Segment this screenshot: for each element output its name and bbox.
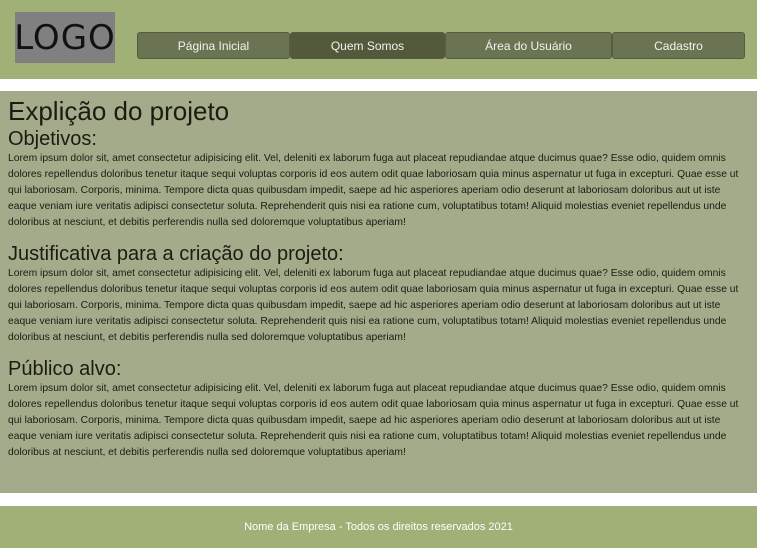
page-title: Explição do projeto (8, 96, 230, 126)
nav-item-cadastro[interactable]: Cadastro (612, 32, 745, 59)
logo[interactable]: LOGO (14, 12, 115, 63)
section-publico-alvo: Público alvo: Lorem ipsum dolor sit, ame… (8, 357, 749, 461)
nav-item-pagina-inicial[interactable]: Página Inicial (137, 32, 290, 59)
section-justificativa: Justificativa para a criação do projeto:… (8, 242, 749, 346)
section-text: Lorem ipsum dolor sit, amet consectetur … (8, 383, 739, 458)
site-header: LOGO Página Inicial Quem Somos Área do U… (0, 0, 757, 79)
main-nav: Página Inicial Quem Somos Área do Usuári… (137, 32, 745, 59)
section-title: Objetivos: (8, 128, 97, 150)
nav-item-area-do-usuario[interactable]: Área do Usuário (445, 32, 612, 59)
section-text: Lorem ipsum dolor sit, amet consectetur … (8, 153, 739, 228)
section-title: Justificativa para a criação do projeto: (8, 243, 344, 265)
main-content: Explição do projeto Objetivos: Lorem ips… (0, 91, 757, 493)
footer-text: Nome da Empresa - Todos os direitos rese… (244, 521, 513, 533)
nav-item-quem-somos[interactable]: Quem Somos (290, 32, 445, 59)
site-footer: Nome da Empresa - Todos os direitos rese… (0, 506, 757, 548)
section-text: Lorem ipsum dolor sit, amet consectetur … (8, 268, 739, 343)
section-title: Público alvo: (8, 358, 122, 380)
section-objetivos: Objetivos: Lorem ipsum dolor sit, amet c… (8, 127, 749, 231)
